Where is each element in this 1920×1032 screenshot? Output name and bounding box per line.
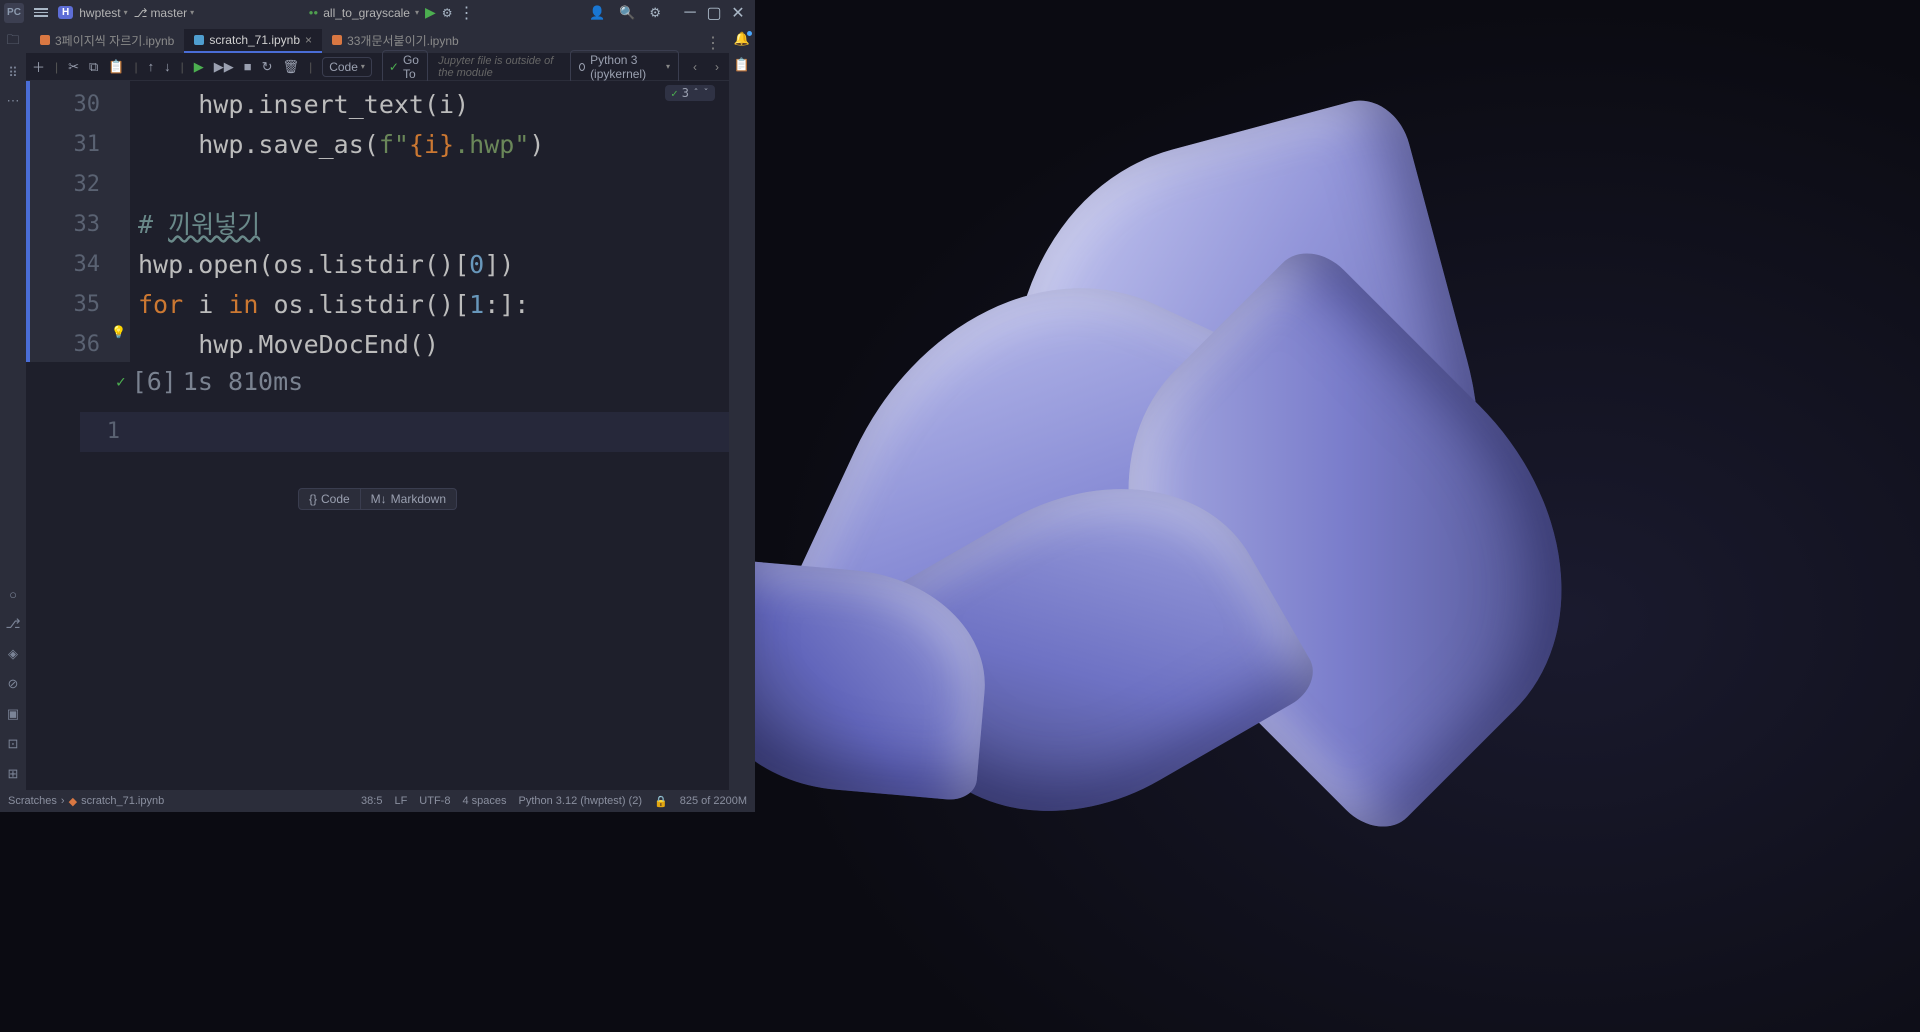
window-close-button[interactable]: ✕ (731, 6, 745, 20)
jupyter-icon (332, 35, 342, 45)
interrupt-button[interactable]: ■ (244, 59, 252, 74)
nav-prev-button[interactable]: ‹ (689, 60, 701, 74)
code-line-31: hwp.save_as(f"{i}.hwp") (130, 125, 729, 165)
project-tool-icon[interactable]: 🗀 (6, 31, 19, 53)
ide-logo: PC (4, 3, 24, 23)
indent-settings[interactable]: 4 spaces (462, 795, 506, 807)
left-bottom-tool-stripe: ○ ⎇ ◈ ⊘ ▣ ⊡ ⊞ (0, 587, 26, 790)
git-branch-dropdown[interactable]: ⎇master▾ (134, 6, 195, 20)
project-name-dropdown[interactable]: hwptest▾ (79, 6, 127, 20)
goto-button[interactable]: ✓Go To (382, 50, 428, 84)
title-bar: PC H hwptest▾ ⎇master▾ ●● all_to_graysca… (0, 0, 755, 25)
toolbar-info-text: Jupyter file is outside of the module (438, 55, 560, 79)
python-packages-tool-icon[interactable]: ⊞ (8, 766, 19, 782)
run-button[interactable]: ▶ (425, 4, 436, 21)
clipboard-tool-icon[interactable]: 📋 (734, 57, 750, 73)
structure-tool-icon[interactable]: ⠿ (8, 65, 18, 81)
file-encoding[interactable]: UTF-8 (419, 795, 450, 807)
paste-button[interactable]: 📋 (108, 59, 124, 75)
run-all-button[interactable]: ▶▶ (214, 59, 234, 75)
restart-button[interactable]: ↻ (262, 59, 273, 75)
search-everywhere-icon[interactable]: 🔍 (619, 5, 635, 21)
cell-output: ✓ [6] 1s 810ms (26, 362, 729, 402)
check-icon: ✓ (671, 87, 678, 100)
cell-type-dropdown[interactable]: Code▾ (322, 57, 372, 77)
move-up-button[interactable]: ↑ (148, 59, 155, 74)
jupyter-icon (194, 35, 204, 45)
jupyter-icon (40, 35, 50, 45)
interpreter-status[interactable]: Python 3.12 (hwptest) (2) (519, 795, 643, 807)
move-down-button[interactable]: ↓ (164, 59, 171, 74)
empty-code-cell[interactable]: 1 (80, 412, 729, 452)
main-menu-button[interactable] (30, 4, 52, 21)
cursor-position[interactable]: 38:5 (361, 795, 382, 807)
check-icon: ✓ (116, 372, 126, 391)
run-config-dropdown[interactable]: ●● all_to_grayscale▾ (309, 6, 419, 20)
status-bar: Scratches› ◆scratch_71.ipynb 38:5 LF UTF… (0, 790, 755, 812)
git-tool-icon[interactable]: ⎇ (6, 616, 21, 632)
line-number: 1 (80, 419, 128, 444)
cut-button[interactable]: ✂ (68, 59, 79, 75)
intention-bulb-icon[interactable]: 💡 (111, 325, 126, 339)
readonly-lock-icon[interactable]: 🔒 (654, 795, 668, 808)
clear-output-button[interactable]: 🗑 (283, 59, 300, 75)
window-minimize-button[interactable]: ─ (683, 6, 697, 20)
add-code-cell-button[interactable]: {}Code (298, 488, 361, 510)
python-icon: ●● (309, 8, 319, 17)
code-line-36: hwp.MoveDocEnd() (130, 325, 729, 362)
problems-widget[interactable]: ✓3ˆˇ (665, 85, 715, 101)
line-number-gutter: 303132333435363738 (60, 81, 108, 362)
more-tools-icon[interactable]: ⋯ (7, 93, 20, 109)
code-line-34: hwp.open(os.listdir()[0]) (130, 245, 729, 285)
debug-button[interactable]: ⚙ (442, 6, 453, 20)
branch-icon: ⎇ (134, 6, 148, 20)
terminal-tool-icon[interactable]: ▣ (7, 706, 19, 722)
editor-tabs: 3페이지씩 자르기.ipynb scratch_71.ipynb× 33개문서붙… (26, 25, 729, 53)
commit-tool-icon[interactable]: ○ (9, 587, 17, 602)
copy-button[interactable]: ⧉ (89, 59, 98, 75)
python-console-tool-icon[interactable]: ⊡ (8, 736, 19, 752)
window-maximize-button[interactable]: ▢ (707, 6, 721, 20)
tab-overflow-button[interactable]: ⋮ (697, 33, 729, 53)
code-line-35: for i in os.listdir()[1:]: (130, 285, 729, 325)
memory-indicator[interactable]: 825 of 2200M (680, 795, 747, 807)
editor-tab-0[interactable]: 3페이지씩 자르기.ipynb (30, 29, 184, 53)
kernel-status-icon (579, 63, 585, 71)
close-tab-icon[interactable]: × (305, 33, 312, 47)
services-tool-icon[interactable]: ◈ (8, 646, 18, 662)
notebook-toolbar: ＋ | ✂ ⧉ 📋 | ↑ ↓ | ▶ ▶▶ ■ ↻ 🗑 | Code▾ ✓Go… (26, 53, 729, 81)
breadcrumb[interactable]: Scratches› ◆scratch_71.ipynb (8, 795, 164, 808)
code-editor[interactable]: 303132333435363738 💡▾ ✓3ˆˇ hwp.insert_te… (26, 81, 729, 362)
code-line-30: hwp.insert_text(i) (130, 85, 729, 125)
run-cell-button[interactable]: ▶ (194, 59, 204, 75)
editor-tab-1[interactable]: scratch_71.ipynb× (184, 29, 322, 53)
project-badge[interactable]: H (58, 6, 73, 19)
code-line-33: # 끼워넣기 (130, 205, 729, 245)
kernel-selector[interactable]: Python 3 (ipykernel)▾ (570, 50, 679, 84)
problems-tool-icon[interactable]: ⊘ (8, 676, 19, 692)
add-markdown-cell-button[interactable]: M↓Markdown (361, 488, 457, 510)
code-with-me-icon[interactable]: 👤 (589, 5, 605, 21)
code-line-32 (130, 165, 729, 205)
add-cell-button[interactable]: ＋ (32, 57, 45, 76)
desktop-wallpaper (755, 0, 1920, 1032)
settings-icon[interactable]: ⚙ (649, 5, 661, 21)
notifications-icon[interactable]: 🔔 (734, 31, 750, 47)
right-tool-stripe: 🔔 📋 (729, 25, 755, 790)
nav-next-button[interactable]: › (711, 60, 723, 74)
more-run-button[interactable]: ⋮ (459, 3, 475, 23)
line-separator[interactable]: LF (394, 795, 407, 807)
